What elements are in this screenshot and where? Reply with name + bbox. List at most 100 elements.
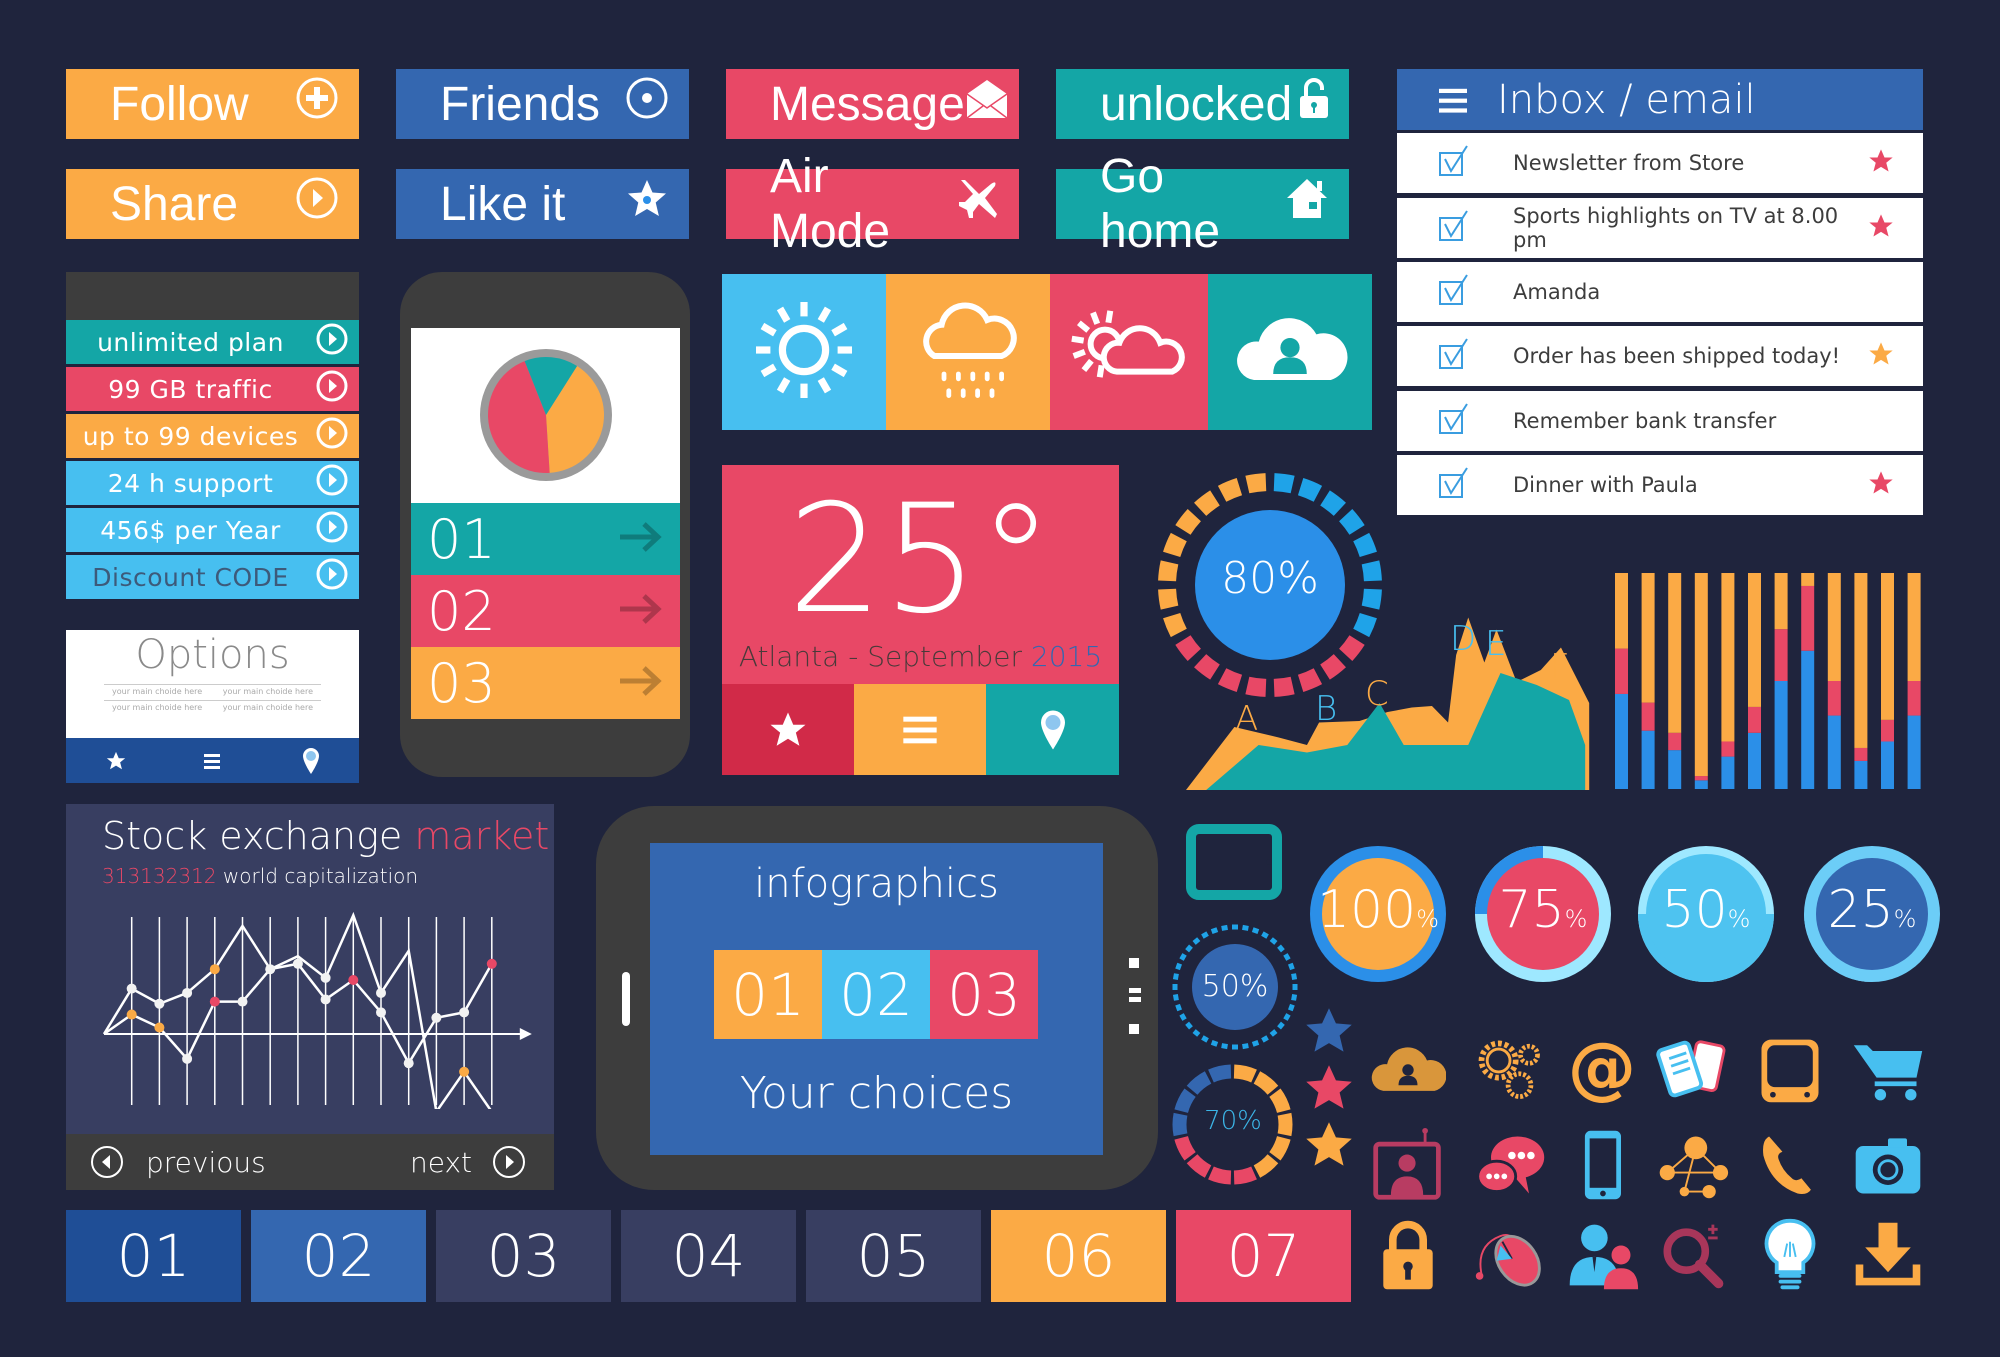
data-point bbox=[292, 958, 303, 969]
air-mode-button[interactable]: Air Mode bbox=[726, 150, 1019, 258]
go-home-button[interactable]: Go home bbox=[1056, 150, 1349, 258]
star-icon[interactable] bbox=[1867, 212, 1923, 245]
download-icon[interactable] bbox=[1848, 1215, 1928, 1295]
gauge-dot bbox=[1232, 924, 1238, 930]
gauge-segment bbox=[1245, 473, 1267, 494]
data-point bbox=[154, 998, 165, 1009]
checkbox-checked-icon[interactable] bbox=[1439, 337, 1513, 375]
zoom-icon[interactable] bbox=[1652, 1215, 1732, 1295]
menu-icon[interactable] bbox=[1439, 86, 1467, 114]
phone-icon[interactable] bbox=[1750, 1125, 1830, 1205]
pricing-row[interactable]: 99 GB traffic bbox=[66, 367, 359, 411]
tablet-choice[interactable]: 03 bbox=[930, 950, 1038, 1039]
star-icon[interactable] bbox=[1867, 340, 1923, 373]
share-button[interactable]: Share bbox=[66, 169, 359, 239]
checkbox-checked-icon[interactable] bbox=[1439, 402, 1513, 440]
tablet-choice[interactable]: 01 bbox=[714, 950, 822, 1039]
page-04[interactable]: 04 bbox=[621, 1210, 796, 1302]
page-07[interactable]: 07 bbox=[1176, 1210, 1351, 1302]
inbox-item[interactable]: Order has been shipped today! bbox=[1397, 326, 1923, 386]
unlocked-button[interactable]: unlocked bbox=[1056, 69, 1349, 139]
inbox-item[interactable]: Remember bank transfer bbox=[1397, 391, 1923, 451]
phone-row[interactable]: 02 bbox=[411, 575, 680, 647]
inbox-item-label: Remember bank transfer bbox=[1513, 409, 1777, 433]
lightbulb-icon[interactable] bbox=[1750, 1215, 1830, 1295]
tablet-home-button[interactable] bbox=[622, 972, 630, 1026]
phone-row[interactable]: 01 bbox=[411, 503, 680, 575]
percent-value: 50 bbox=[1661, 880, 1728, 940]
computer-mouse-icon[interactable] bbox=[1470, 1215, 1550, 1295]
users-icon[interactable] bbox=[1562, 1215, 1642, 1295]
envelope-open-icon bbox=[965, 76, 1009, 132]
page-02[interactable]: 02 bbox=[251, 1210, 426, 1302]
follow-button[interactable]: Follow bbox=[66, 69, 359, 139]
checkbox-checked-icon[interactable] bbox=[1439, 144, 1513, 182]
option-choice[interactable]: your main choide here bbox=[223, 687, 313, 696]
gears-icon[interactable] bbox=[1470, 1030, 1550, 1110]
previous-button[interactable]: previous bbox=[90, 1145, 266, 1179]
page-01[interactable]: 01 bbox=[66, 1210, 241, 1302]
star-icon[interactable] bbox=[1867, 469, 1923, 502]
video-contact-icon[interactable] bbox=[1368, 1125, 1448, 1205]
weather-tile[interactable] bbox=[1050, 274, 1208, 430]
option-choice[interactable]: your main choide here bbox=[223, 703, 313, 712]
chevron-right-circle-icon bbox=[493, 1146, 525, 1178]
location-pin-icon[interactable] bbox=[301, 747, 321, 774]
page-05[interactable]: 05 bbox=[806, 1210, 981, 1302]
inbox-item[interactable]: Sports highlights on TV at 8.00 pm bbox=[1397, 198, 1923, 258]
area-label: D bbox=[1450, 619, 1476, 659]
cloud-user-icon[interactable] bbox=[1368, 1030, 1448, 1110]
chevron-left-circle-icon bbox=[91, 1146, 123, 1178]
at-sign-icon[interactable]: @ bbox=[1562, 1030, 1642, 1110]
pricing-row[interactable]: 456$ per Year bbox=[66, 508, 359, 552]
gauge-dot bbox=[1192, 937, 1201, 945]
data-point bbox=[126, 983, 137, 994]
shopping-cart-icon[interactable] bbox=[1848, 1030, 1928, 1110]
weather-tile[interactable] bbox=[886, 274, 1050, 430]
documents-icon[interactable] bbox=[1652, 1030, 1732, 1110]
like-it-button[interactable]: Like it bbox=[396, 169, 689, 239]
camera-icon[interactable] bbox=[1848, 1125, 1928, 1205]
weather-menu-button[interactable] bbox=[854, 684, 986, 775]
checkbox-checked-icon[interactable] bbox=[1439, 209, 1513, 247]
star-icon[interactable] bbox=[105, 750, 127, 772]
weather-favorite-button[interactable] bbox=[722, 684, 854, 775]
retro-tv-icon[interactable] bbox=[1750, 1030, 1830, 1110]
smartphone-icon[interactable] bbox=[1562, 1125, 1642, 1205]
option-choice[interactable]: your main choide here bbox=[112, 703, 202, 712]
phone-row[interactable]: 03 bbox=[411, 647, 680, 719]
friends-button[interactable]: Friends bbox=[396, 69, 689, 139]
phone-screen bbox=[411, 328, 680, 503]
star-icon[interactable] bbox=[1867, 147, 1923, 180]
weather-tile[interactable] bbox=[1208, 274, 1372, 430]
gauge-dot bbox=[1221, 924, 1228, 931]
inbox-item-label: Newsletter from Store bbox=[1513, 151, 1745, 175]
bar-orange-5 bbox=[1721, 573, 1735, 742]
pricing-row[interactable]: unlimited plan bbox=[66, 320, 359, 364]
checkbox-checked-icon[interactable] bbox=[1439, 466, 1513, 504]
weather-location-button[interactable] bbox=[986, 684, 1119, 775]
chat-bubbles-icon[interactable] bbox=[1470, 1125, 1550, 1205]
inbox-item[interactable]: Dinner with Paula bbox=[1397, 455, 1923, 515]
pricing-row[interactable]: Discount CODE bbox=[66, 555, 359, 599]
bar-blue-12 bbox=[1907, 715, 1921, 789]
pricing-row[interactable]: up to 99 devices bbox=[66, 414, 359, 458]
pricing-row[interactable]: 24 h support bbox=[66, 461, 359, 505]
bar-orange-2 bbox=[1641, 573, 1655, 703]
weather-tile[interactable] bbox=[722, 274, 886, 430]
option-choice[interactable]: your main choide here bbox=[112, 687, 202, 696]
page-06[interactable]: 06 bbox=[991, 1210, 1166, 1302]
checkbox-checked-icon[interactable] bbox=[1439, 273, 1513, 311]
inbox-item[interactable]: Newsletter from Store bbox=[1397, 133, 1923, 193]
gauge-dot bbox=[1192, 1029, 1201, 1037]
network-icon[interactable] bbox=[1652, 1125, 1732, 1205]
play-circle-icon bbox=[295, 176, 339, 232]
menu-icon[interactable] bbox=[203, 752, 224, 770]
padlock-icon[interactable] bbox=[1368, 1215, 1448, 1295]
inbox-item[interactable]: Amanda bbox=[1397, 262, 1923, 322]
message-button[interactable]: Message bbox=[726, 69, 1019, 139]
tablet-choice[interactable]: 02 bbox=[822, 950, 930, 1039]
next-label: next bbox=[409, 1145, 472, 1179]
next-button[interactable]: next bbox=[410, 1145, 526, 1179]
page-03[interactable]: 03 bbox=[436, 1210, 611, 1302]
